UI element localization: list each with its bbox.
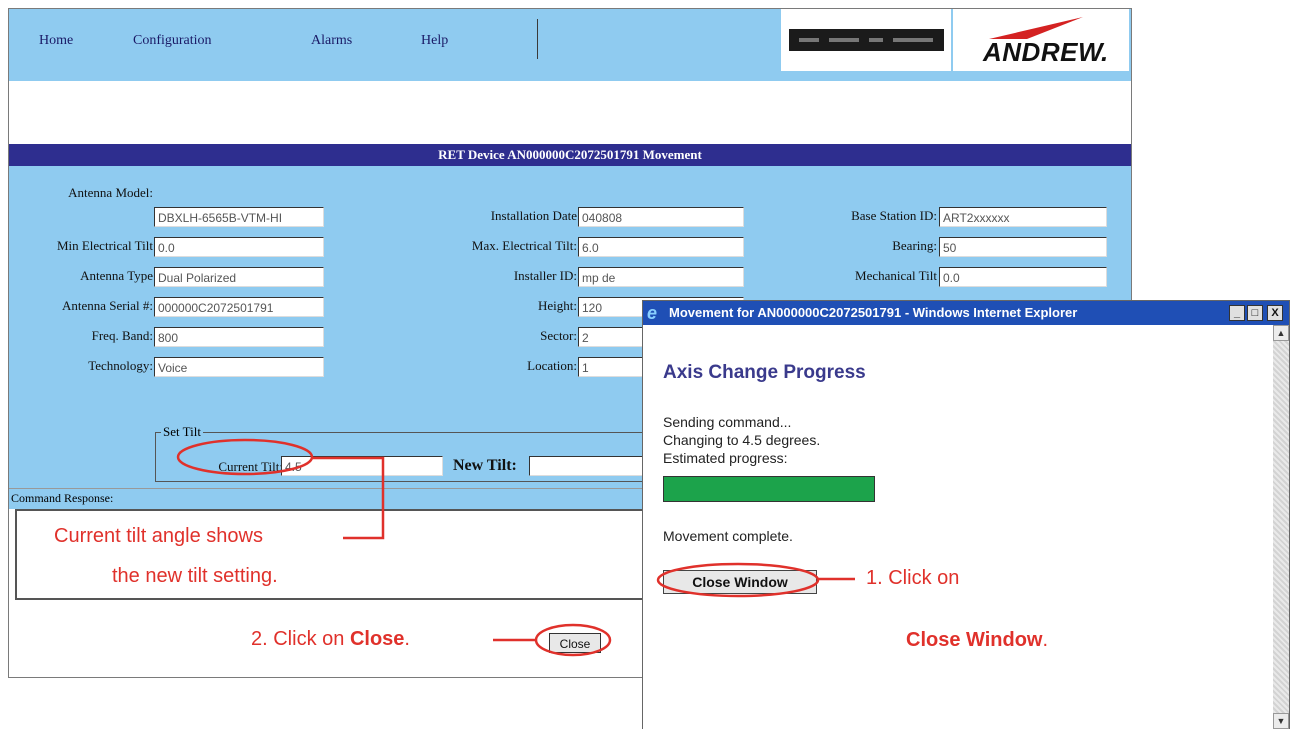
step2-prefix: 2. Click on [251,628,350,650]
close-highlight-ellipse [534,623,612,657]
tilt-note-line2: the new tilt setting. [112,565,278,587]
step1-instruction-bold-wrap: Close Window. [906,629,1048,652]
close-window-highlight-ellipse [656,562,820,598]
step2-suffix: . [404,628,410,650]
step2-instruction: 2. Click on Close. [251,628,410,651]
current-tilt-highlight-ellipse [176,438,314,476]
annotation-overlay [176,438,855,657]
step1-suffix: . [1042,629,1049,651]
step1-bold-text: Close Window [906,629,1043,651]
tilt-note-line1: Current tilt angle shows [54,525,263,547]
tilt-callout-line [312,456,385,540]
step2-bold-text: Close [349,628,405,650]
step1-instruction: 1. Click on [866,567,960,589]
